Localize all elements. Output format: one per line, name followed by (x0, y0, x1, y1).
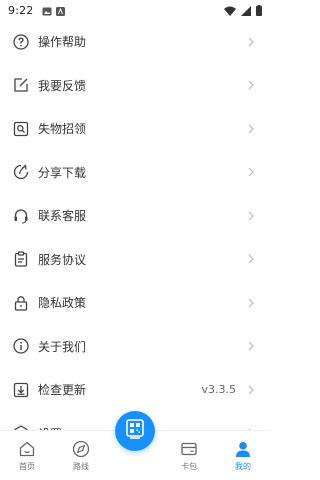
qr-scan-button[interactable] (115, 411, 155, 451)
info-icon (12, 337, 30, 355)
chevron-right-icon (246, 209, 256, 223)
signal-icon (241, 1, 251, 20)
tab-card-wallet[interactable]: 卡包 (162, 431, 216, 480)
bottom-tab-bar: 首页 路线 卡包 我的 (0, 411, 270, 480)
battery-icon (256, 1, 262, 20)
status-bar: 9:22 (0, 0, 270, 20)
menu-list: 操作帮助 我要反馈 失物招领 分享下载 联系客服 服务协议 隐私政策 关于我们 … (0, 20, 270, 455)
menu-item-feedback[interactable]: 我要反馈 (0, 64, 270, 108)
app-notification-icon (55, 1, 65, 20)
home-icon (18, 440, 36, 458)
menu-item-service-agreement[interactable]: 服务协议 (0, 238, 270, 282)
tab-label: 卡包 (181, 461, 197, 471)
route-icon (72, 440, 90, 458)
tab-route[interactable]: 路线 (54, 431, 108, 480)
menu-item-about-us[interactable]: 关于我们 (0, 325, 270, 369)
lock-icon (12, 294, 30, 312)
menu-item-label: 检查更新 (38, 383, 87, 398)
wifi-icon (224, 1, 236, 20)
status-time: 9:22 (8, 3, 34, 17)
search-icon (12, 120, 30, 138)
chevron-right-icon (246, 296, 256, 310)
menu-item-lost-found[interactable]: 失物招领 (0, 107, 270, 151)
menu-item-label: 分享下载 (38, 165, 87, 180)
tab-label: 路线 (73, 461, 89, 471)
tab-label: 首页 (19, 461, 35, 471)
menu-item-customer-service[interactable]: 联系客服 (0, 194, 270, 238)
image-notification-icon (42, 1, 52, 20)
menu-item-label: 服务协议 (38, 252, 87, 267)
tab-scan[interactable] (108, 411, 162, 480)
chevron-right-icon (246, 339, 256, 353)
headset-icon (12, 207, 30, 225)
menu-item-check-update[interactable]: 检查更新 v3.3.5 (0, 368, 270, 412)
download-icon (12, 381, 30, 399)
chevron-right-icon (246, 78, 256, 92)
person-icon (234, 440, 252, 458)
menu-item-label: 我要反馈 (38, 78, 87, 93)
chevron-right-icon (246, 122, 256, 136)
menu-item-share[interactable]: 分享下载 (0, 151, 270, 195)
question-circle-icon (12, 33, 30, 51)
chevron-right-icon (246, 35, 256, 49)
menu-item-label: 联系客服 (38, 209, 87, 224)
tab-label: 我的 (235, 461, 251, 471)
tab-mine[interactable]: 我的 (216, 431, 270, 480)
menu-item-label: 操作帮助 (38, 35, 87, 50)
menu-item-privacy-policy[interactable]: 隐私政策 (0, 281, 270, 325)
edit-icon (12, 76, 30, 94)
version-value: v3.3.5 (201, 383, 237, 397)
menu-item-label: 隐私政策 (38, 296, 87, 311)
chevron-right-icon (246, 252, 256, 266)
menu-item-help[interactable]: 操作帮助 (0, 20, 270, 64)
chevron-right-icon (246, 165, 256, 179)
clipboard-icon (12, 250, 30, 268)
tab-home[interactable]: 首页 (0, 431, 54, 480)
menu-item-label: 失物招领 (38, 122, 87, 137)
card-icon (180, 440, 198, 458)
menu-item-label: 关于我们 (38, 339, 87, 354)
share-icon (12, 163, 30, 181)
qr-scan-icon (124, 418, 146, 444)
chevron-right-icon (246, 383, 256, 397)
